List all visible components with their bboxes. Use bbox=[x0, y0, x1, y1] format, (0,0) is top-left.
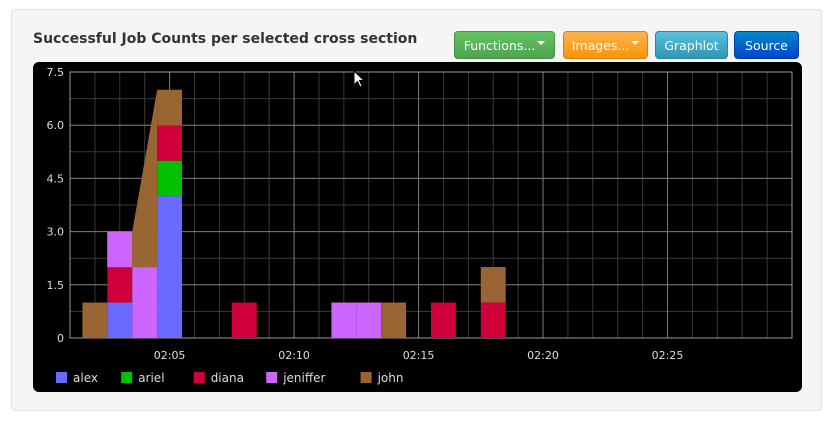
y-tick-label: 3.0 bbox=[47, 226, 65, 239]
bar-segment-diana bbox=[231, 302, 257, 338]
legend-label-alex: alex bbox=[73, 371, 98, 385]
x-tick-label: 02:15 bbox=[403, 349, 435, 362]
x-tick-label: 02:05 bbox=[154, 349, 186, 362]
legend-swatch-john bbox=[360, 372, 372, 383]
legend-label-john: john bbox=[377, 371, 404, 385]
images-label: Images... bbox=[571, 38, 630, 53]
x-tick-label: 02:25 bbox=[652, 349, 684, 362]
legend-swatch-ariel bbox=[121, 372, 133, 383]
bar-segment-alex bbox=[107, 302, 133, 338]
bar-segment-ariel bbox=[157, 160, 183, 197]
x-tick-label: 02:20 bbox=[527, 349, 559, 362]
legend-label-ariel: ariel bbox=[138, 371, 164, 385]
stacked-chart[interactable]: 0 1.5 3.0 4.5 6.0 7.5 02:05 02:10 02:15 02:20 02:2… bbox=[33, 62, 802, 392]
bar-segment-alex bbox=[157, 196, 183, 338]
y-tick-label: 0 bbox=[57, 332, 64, 345]
bar-segment-diana bbox=[431, 302, 456, 338]
functions-label: Functions... bbox=[463, 38, 536, 53]
bar-segment-jeniffer bbox=[356, 302, 382, 338]
x-tick-label: 02:10 bbox=[278, 349, 310, 362]
source-button[interactable]: Source bbox=[734, 31, 799, 59]
y-tick-label: 6.0 bbox=[47, 119, 65, 132]
bar-segment-john bbox=[480, 267, 506, 303]
functions-button[interactable]: Functions... bbox=[454, 31, 555, 59]
bar-segment-jeniffer bbox=[331, 302, 357, 338]
bar-segment-john bbox=[82, 302, 108, 338]
graphlot-button[interactable]: Graphlot bbox=[655, 31, 728, 59]
chart-area[interactable]: 0 1.5 3.0 4.5 6.0 7.5 02:05 02:10 02:15 02:20 02:2… bbox=[33, 62, 802, 392]
bar-segment-jeniffer bbox=[132, 267, 158, 338]
bar-segment-john bbox=[381, 302, 407, 338]
bar-segment-diana bbox=[480, 302, 506, 338]
bar-segment-diana bbox=[157, 125, 183, 161]
y-tick-label: 7.5 bbox=[47, 66, 65, 79]
legend-swatch-diana bbox=[193, 372, 205, 383]
legend-swatch-alex bbox=[56, 372, 67, 383]
caret-down-icon bbox=[631, 40, 640, 45]
chart-title: Successful Job Counts per selected cross… bbox=[33, 31, 418, 47]
legend-swatch-jeniffer bbox=[266, 372, 278, 383]
caret-down-icon bbox=[537, 40, 546, 45]
y-tick-label: 4.5 bbox=[47, 172, 65, 185]
legend-label-diana: diana bbox=[211, 371, 244, 385]
mouse-cursor-icon bbox=[353, 70, 365, 88]
bar-segment-diana bbox=[107, 267, 133, 303]
y-tick-label: 1.5 bbox=[47, 279, 65, 292]
legend-label-jeniffer: jeniffer bbox=[282, 371, 325, 385]
bar-segment-john bbox=[157, 89, 183, 126]
images-button[interactable]: Images... bbox=[563, 31, 648, 59]
